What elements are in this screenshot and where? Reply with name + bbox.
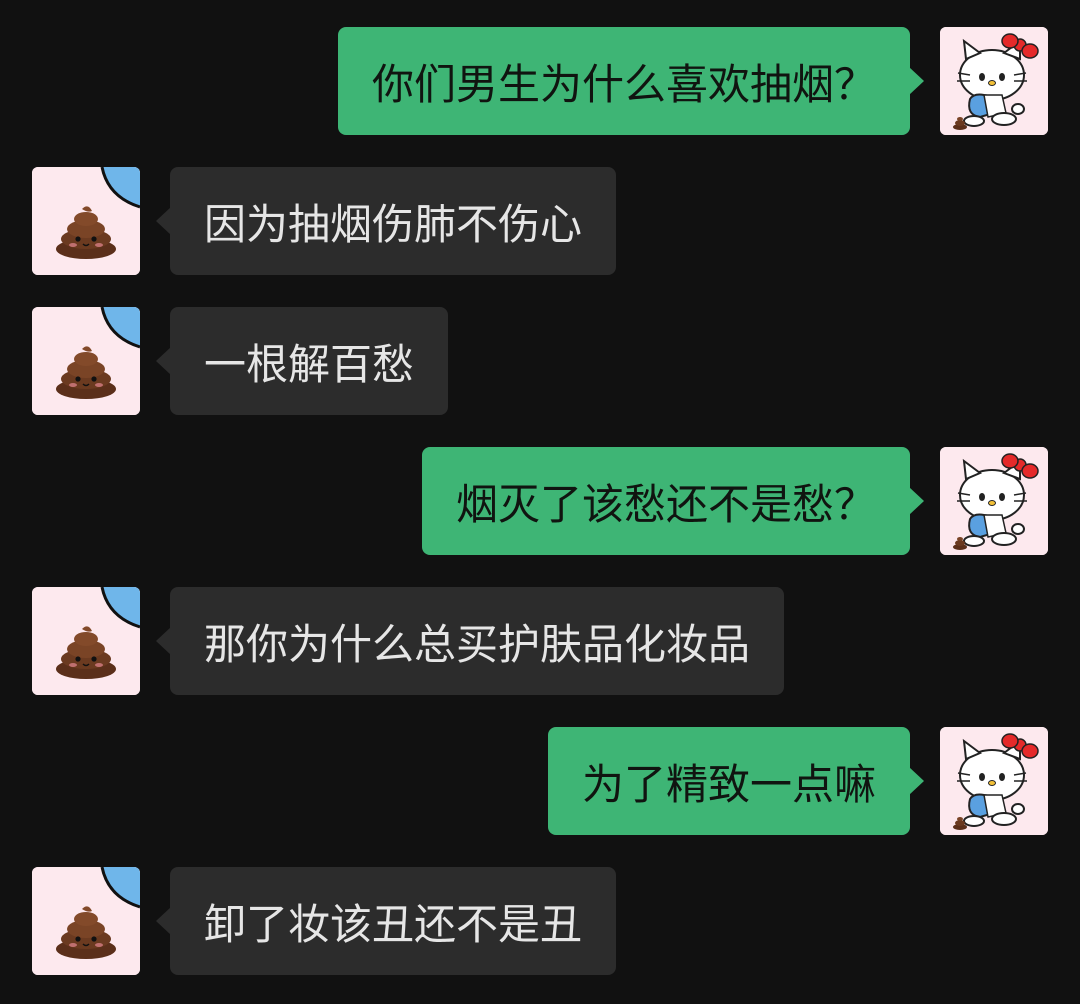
poop-emoji-avatar-image bbox=[32, 167, 140, 275]
received-message-bubble[interactable]: 卸了妆该丑还不是丑 bbox=[155, 867, 617, 975]
hello-kitty-avatar[interactable] bbox=[940, 447, 1048, 555]
received-message-bubble[interactable]: 一根解百愁 bbox=[155, 307, 449, 415]
message-row: 卸了妆该丑还不是丑 bbox=[0, 867, 1080, 975]
poop-emoji-avatar-image bbox=[32, 867, 140, 975]
message-text: 你们男生为什么喜欢抽烟？ bbox=[371, 59, 876, 109]
hello-kitty-avatar-image bbox=[940, 447, 1048, 555]
message-text: 卸了妆该丑还不是丑 bbox=[204, 899, 583, 949]
message-text: 因为抽烟伤肺不伤心 bbox=[204, 199, 583, 249]
sent-message-bubble[interactable]: 你们男生为什么喜欢抽烟？ bbox=[337, 27, 925, 135]
received-message-bubble[interactable]: 因为抽烟伤肺不伤心 bbox=[155, 167, 617, 275]
message-row: 那你为什么总买护肤品化妆品 bbox=[0, 587, 1080, 695]
message-row: 因为抽烟伤肺不伤心 bbox=[0, 167, 1080, 275]
poop-emoji-avatar[interactable] bbox=[32, 867, 140, 975]
received-message-bubble[interactable]: 那你为什么总买护肤品化妆品 bbox=[155, 587, 785, 695]
hello-kitty-avatar[interactable] bbox=[940, 27, 1048, 135]
poop-emoji-avatar-image bbox=[32, 307, 140, 415]
message-text: 烟灭了该愁还不是愁？ bbox=[455, 479, 876, 529]
poop-emoji-avatar-image bbox=[32, 587, 140, 695]
message-text: 那你为什么总买护肤品化妆品 bbox=[204, 619, 751, 669]
message-text: 为了精致一点嘛 bbox=[581, 759, 876, 809]
message-row: 为了精致一点嘛 bbox=[0, 727, 1080, 835]
message-row: 你们男生为什么喜欢抽烟？ bbox=[0, 27, 1080, 135]
sent-message-bubble[interactable]: 烟灭了该愁还不是愁？ bbox=[421, 447, 925, 555]
poop-emoji-avatar[interactable] bbox=[32, 307, 140, 415]
message-text: 一根解百愁 bbox=[204, 339, 415, 389]
message-row: 烟灭了该愁还不是愁？ bbox=[0, 447, 1080, 555]
sent-message-bubble[interactable]: 为了精致一点嘛 bbox=[547, 727, 925, 835]
message-row: 一根解百愁 bbox=[0, 307, 1080, 415]
poop-emoji-avatar[interactable] bbox=[32, 587, 140, 695]
poop-emoji-avatar[interactable] bbox=[32, 167, 140, 275]
hello-kitty-avatar-image bbox=[940, 727, 1048, 835]
hello-kitty-avatar[interactable] bbox=[940, 727, 1048, 835]
hello-kitty-avatar-image bbox=[940, 27, 1048, 135]
